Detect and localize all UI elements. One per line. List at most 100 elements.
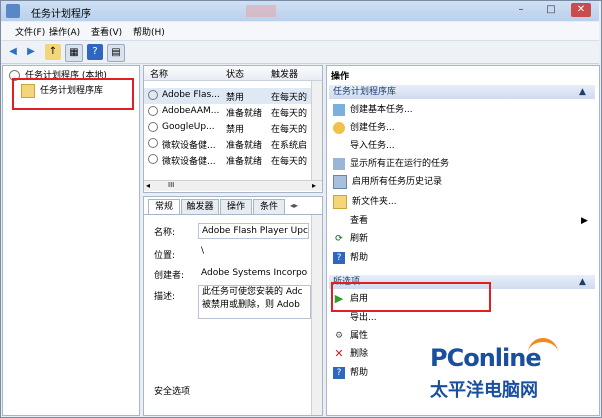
history-icon	[333, 174, 347, 189]
collapse-icon[interactable]: ▲	[579, 275, 586, 289]
action-create-task[interactable]: 创建任务...	[333, 119, 395, 137]
action-view[interactable]: 查看 ▶	[333, 212, 591, 230]
menu-view[interactable]: 查看(V)	[91, 25, 122, 38]
table-row[interactable]: Adobe Flas... 禁用 在每天的	[144, 88, 312, 104]
create-basic-task-icon	[333, 103, 345, 116]
action-show-running[interactable]: 显示所有正在运行的任务	[333, 155, 449, 173]
menu-action[interactable]: 操作(A)	[49, 25, 80, 38]
help-icon[interactable]: ?	[87, 44, 103, 60]
column-name[interactable]: 名称	[150, 67, 168, 80]
tab-actions[interactable]: 操作	[220, 199, 252, 214]
action-delete[interactable]: ✕ 删除	[333, 345, 368, 363]
table-row[interactable]: GoogleUp... 禁用 在每天的	[144, 120, 312, 136]
author-value: Adobe Systems Incorpo	[201, 268, 308, 278]
app-icon	[6, 4, 20, 18]
action-help-2[interactable]: ? 帮助	[333, 364, 368, 382]
action-label: 帮助	[350, 368, 369, 378]
action-refresh[interactable]: ⟳ 刷新	[333, 230, 368, 248]
create-task-icon	[333, 121, 345, 134]
action-label: 查看	[350, 216, 369, 226]
help-icon: ?	[333, 251, 345, 264]
action-help[interactable]: ? 帮助	[333, 249, 368, 267]
row-name: 微软设备健...	[162, 141, 216, 151]
scroll-left-icon[interactable]: ◂	[146, 181, 150, 190]
action-enable-history[interactable]: 启用所有任务历史记录	[333, 173, 442, 191]
action-new-folder[interactable]: 新文件夹...	[333, 193, 397, 211]
collapse-icon[interactable]: ▲	[579, 85, 586, 99]
title-bar: 任务计划程序 – □ ✕	[1, 1, 599, 21]
show-tree-icon[interactable]: ▦	[65, 44, 83, 62]
back-arrow-icon[interactable]: ◀	[5, 44, 21, 60]
column-trigger[interactable]: 触发器	[271, 67, 298, 80]
refresh-icon: ⟳	[335, 233, 343, 244]
minimize-button[interactable]: –	[511, 3, 531, 17]
highlight-box	[12, 78, 134, 110]
detail-scrollbar[interactable]	[311, 215, 322, 415]
table-row[interactable]: 微软设备健... 准备就绪 在系统启	[144, 136, 312, 152]
row-trigger: 在每天的	[271, 93, 308, 103]
forward-arrow-icon[interactable]: ▶	[23, 44, 39, 60]
row-trigger: 在每天的	[271, 109, 308, 119]
highlight-box	[331, 282, 491, 312]
tab-divider	[144, 214, 322, 215]
vertical-scrollbar[interactable]	[311, 81, 322, 181]
action-label: 启用所有任务历史记录	[352, 177, 443, 187]
action-label: 新文件夹...	[352, 197, 397, 207]
blank-icon	[333, 312, 345, 324]
action-import-task[interactable]: 导入任务...	[333, 137, 395, 155]
close-button[interactable]: ✕	[571, 3, 591, 17]
column-status[interactable]: 状态	[226, 67, 244, 80]
task-icon	[148, 154, 158, 164]
menu-help[interactable]: 帮助(H)	[133, 25, 165, 38]
row-status: 禁用	[226, 93, 245, 103]
tab-scroll-icon[interactable]: ◂▸	[290, 201, 298, 210]
tab-triggers[interactable]: 触发器	[181, 199, 219, 214]
tab-conditions[interactable]: 条件	[253, 199, 285, 214]
watermark-brand: PConline	[430, 344, 542, 372]
table-row[interactable]: 微软设备健... 准备就绪 在每天的	[144, 152, 312, 168]
scroll-right-icon[interactable]: ▸	[312, 181, 316, 190]
task-icon	[148, 106, 158, 116]
horizontal-scrollbar[interactable]: ◂ III ▸	[144, 180, 322, 191]
action-properties[interactable]: ⚙ 属性	[333, 327, 368, 345]
task-list: 名称 状态 触发器 Adobe Flas... 禁用 在每天的 AdobeAAM…	[143, 65, 323, 193]
security-options-heading: 安全选项	[154, 387, 191, 397]
description-field[interactable]: 此任务可使您安装的 Adc 被禁用或删除，则 Adob	[198, 285, 311, 319]
description-label: 描述:	[154, 292, 176, 302]
row-name: Adobe Flas...	[162, 90, 220, 100]
watermark-logo: PConline 太平洋电脑网	[430, 338, 580, 404]
action-label: 导出...	[350, 313, 377, 323]
row-status: 禁用	[226, 125, 245, 135]
blank-icon	[333, 215, 345, 227]
menu-file[interactable]: 文件(F)	[15, 25, 45, 38]
window-title: 任务计划程序	[31, 9, 91, 20]
action-label: 刷新	[350, 234, 369, 244]
properties-icon: ⚙	[334, 330, 344, 341]
up-folder-icon[interactable]: ↑	[45, 44, 61, 60]
row-status: 准备就绪	[226, 141, 263, 151]
action-create-basic-task[interactable]: 创建基本任务...	[333, 101, 413, 119]
description-line-1: 此任务可使您安装的 Adc	[202, 287, 303, 297]
row-status: 准备就绪	[226, 109, 263, 119]
watermark-subtitle: 太平洋电脑网	[430, 380, 538, 401]
detail-pane: 常规 触发器 操作 条件 ◂▸ 名称: Adobe Flash Player U…	[143, 196, 323, 416]
description-line-2: 被禁用或删除，则 Adob	[202, 300, 300, 310]
show-actions-icon[interactable]: ▤	[107, 44, 125, 62]
actions-section-library[interactable]: 任务计划程序库 ▲	[329, 85, 595, 99]
table-row[interactable]: AdobeAAM... 准备就绪 在每天的	[144, 104, 312, 120]
delete-icon: ✕	[334, 346, 344, 360]
row-trigger: 在每天的	[271, 125, 308, 135]
task-list-header: 名称 状态 触发器	[144, 66, 322, 81]
row-status: 准备就绪	[226, 157, 263, 167]
author-label: 创建者:	[154, 271, 185, 281]
show-running-icon	[333, 157, 345, 170]
watermark-arc-icon	[528, 338, 558, 360]
row-name: GoogleUp...	[162, 122, 215, 132]
submenu-arrow-icon: ▶	[581, 216, 588, 226]
name-field[interactable]: Adobe Flash Player Upc	[198, 223, 309, 239]
scroll-thumb[interactable]: III	[168, 181, 174, 189]
location-value: \	[201, 246, 205, 256]
maximize-button[interactable]: □	[541, 3, 561, 17]
action-export[interactable]: 导出...	[333, 309, 377, 327]
tab-general[interactable]: 常规	[148, 199, 180, 214]
